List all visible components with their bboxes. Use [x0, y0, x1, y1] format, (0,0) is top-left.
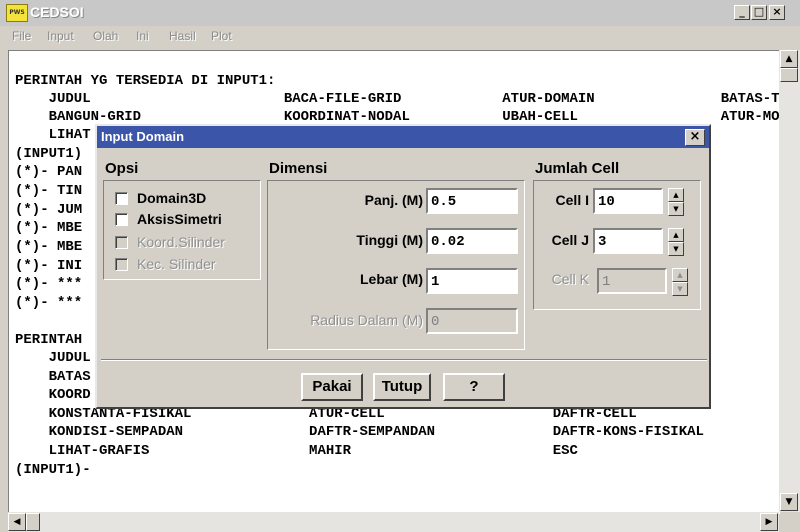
aksissimetri-checkbox[interactable] — [115, 213, 128, 226]
horizontal-scroll-thumb[interactable] — [26, 513, 40, 531]
dialog-title-bar[interactable]: Input Domain × — [97, 126, 709, 148]
pakai-button[interactable]: Pakai — [301, 373, 363, 401]
panjang-label: Panj. (M) — [364, 192, 423, 208]
help-button[interactable]: ? — [443, 373, 505, 401]
console-line: PERINTAH — [15, 332, 83, 348]
lebar-input[interactable]: 1 — [426, 268, 518, 294]
console-line: KONDISI-SEMPADAN DAFTR-SEMPANDAN DAFTR-K… — [15, 424, 704, 440]
input-domain-dialog: Input Domain × Opsi Domain3D AksisSimetr… — [95, 124, 711, 409]
close-button[interactable]: × — [769, 5, 785, 20]
cell-k-label: Cell K — [551, 271, 589, 287]
koord-silinder-checkbox — [115, 236, 128, 249]
spin-down-icon[interactable]: ▼ — [668, 242, 684, 256]
console-line: (INPUT1)- — [15, 462, 91, 478]
dimensi-group-label: Dimensi — [269, 160, 328, 177]
scroll-down-icon[interactable]: ▼ — [780, 493, 798, 511]
radius-dalam-input: 0 — [426, 308, 518, 334]
console-line: (*)- *** — [15, 276, 83, 292]
window-title: CEDSOI — [30, 4, 84, 20]
console-line: JUDUL BACA-FILE-GRID ATUR-DOMAIN BATAS-T… — [15, 91, 780, 107]
console-line: (*)- JUM — [15, 202, 83, 218]
menu-ini[interactable]: Ini — [136, 29, 149, 43]
tinggi-input[interactable]: 0.02 — [426, 228, 518, 254]
console-line: (*)- PAN — [15, 164, 83, 180]
cell-k-spinner: ▲ ▼ — [672, 268, 688, 296]
domain3d-label: Domain3D — [137, 190, 207, 206]
cell-i-spinner[interactable]: ▲ ▼ — [668, 188, 684, 216]
console-line: (*)- MBE — [15, 220, 83, 236]
horizontal-scrollbar[interactable]: ◀ ▶ — [8, 512, 779, 532]
console-line: LIHAT-GRAFIS MAHIR ESC — [15, 443, 578, 459]
vertical-scroll-thumb[interactable] — [780, 68, 798, 82]
cell-j-spinner[interactable]: ▲ ▼ — [668, 228, 684, 256]
menu-plot[interactable]: Plot — [211, 29, 232, 43]
console-line: BATAS — [15, 369, 91, 385]
scroll-up-icon[interactable]: ▲ — [780, 50, 798, 68]
console-line: (INPUT1) — [15, 146, 83, 162]
cell-i-input[interactable]: 10 — [593, 188, 663, 214]
spin-up-icon: ▲ — [672, 268, 688, 282]
radius-dalam-label: Radius Dalam (M) — [310, 312, 423, 328]
title-bar[interactable]: PWS CEDSOI _ □ × — [0, 0, 800, 27]
console-line: KOORD — [15, 387, 91, 403]
spin-up-icon[interactable]: ▲ — [668, 188, 684, 202]
scroll-left-icon[interactable]: ◀ — [8, 513, 26, 531]
spin-down-icon[interactable]: ▼ — [668, 202, 684, 216]
cell-i-label: Cell I — [555, 192, 589, 208]
menu-olah[interactable]: Olah — [93, 29, 118, 43]
lebar-label: Lebar (M) — [360, 271, 423, 287]
dialog-separator — [101, 359, 707, 361]
main-window: PWS CEDSOI _ □ × File Input Olah Ini Has… — [0, 0, 800, 532]
console-line: JUDUL — [15, 350, 91, 366]
maximize-button[interactable]: □ — [751, 5, 767, 20]
cell-j-input[interactable]: 3 — [593, 228, 663, 254]
opsi-group-label: Opsi — [105, 160, 139, 177]
panjang-input[interactable]: 0.5 — [426, 188, 518, 214]
tutup-button[interactable]: Tutup — [373, 373, 431, 401]
console-line: (*)- MBE — [15, 239, 83, 255]
menu-input[interactable]: Input — [47, 29, 74, 43]
console-line: (*)- TIN — [15, 183, 83, 199]
console-line: (*)- *** — [15, 295, 83, 311]
console-line: LIHAT — [15, 127, 91, 143]
kec-silinder-checkbox — [115, 258, 128, 271]
app-icon: PWS — [6, 4, 28, 22]
console-line: BANGUN-GRID KOORDINAT-NODAL UBAH-CELL AT… — [15, 109, 780, 125]
spin-up-icon[interactable]: ▲ — [668, 228, 684, 242]
console-line: PERINTAH YG TERSEDIA DI INPUT1: — [15, 73, 276, 89]
menu-file[interactable]: File — [12, 29, 31, 43]
dialog-close-button[interactable]: × — [685, 129, 705, 146]
jumlah-cell-group-label: Jumlah Cell — [535, 160, 620, 177]
aksissimetri-label: AksisSimetri — [137, 211, 222, 227]
koord-silinder-label: Koord.Silinder — [137, 234, 225, 250]
menu-bar: File Input Olah Ini Hasil Plot — [0, 26, 800, 48]
spin-down-icon: ▼ — [672, 282, 688, 296]
tinggi-label: Tinggi (M) — [356, 232, 423, 248]
cell-k-input: 1 — [597, 268, 667, 294]
kec-silinder-label: Kec. Silinder — [137, 256, 216, 272]
console-line: (*)- INI — [15, 258, 83, 274]
menu-hasil[interactable]: Hasil — [169, 29, 196, 43]
scroll-right-icon[interactable]: ▶ — [760, 513, 778, 531]
dialog-title: Input Domain — [101, 129, 185, 144]
cell-j-label: Cell J — [551, 232, 589, 248]
domain3d-checkbox[interactable] — [115, 192, 128, 205]
vertical-scrollbar[interactable]: ▲ ▼ — [779, 50, 800, 512]
minimize-button[interactable]: _ — [734, 5, 750, 20]
